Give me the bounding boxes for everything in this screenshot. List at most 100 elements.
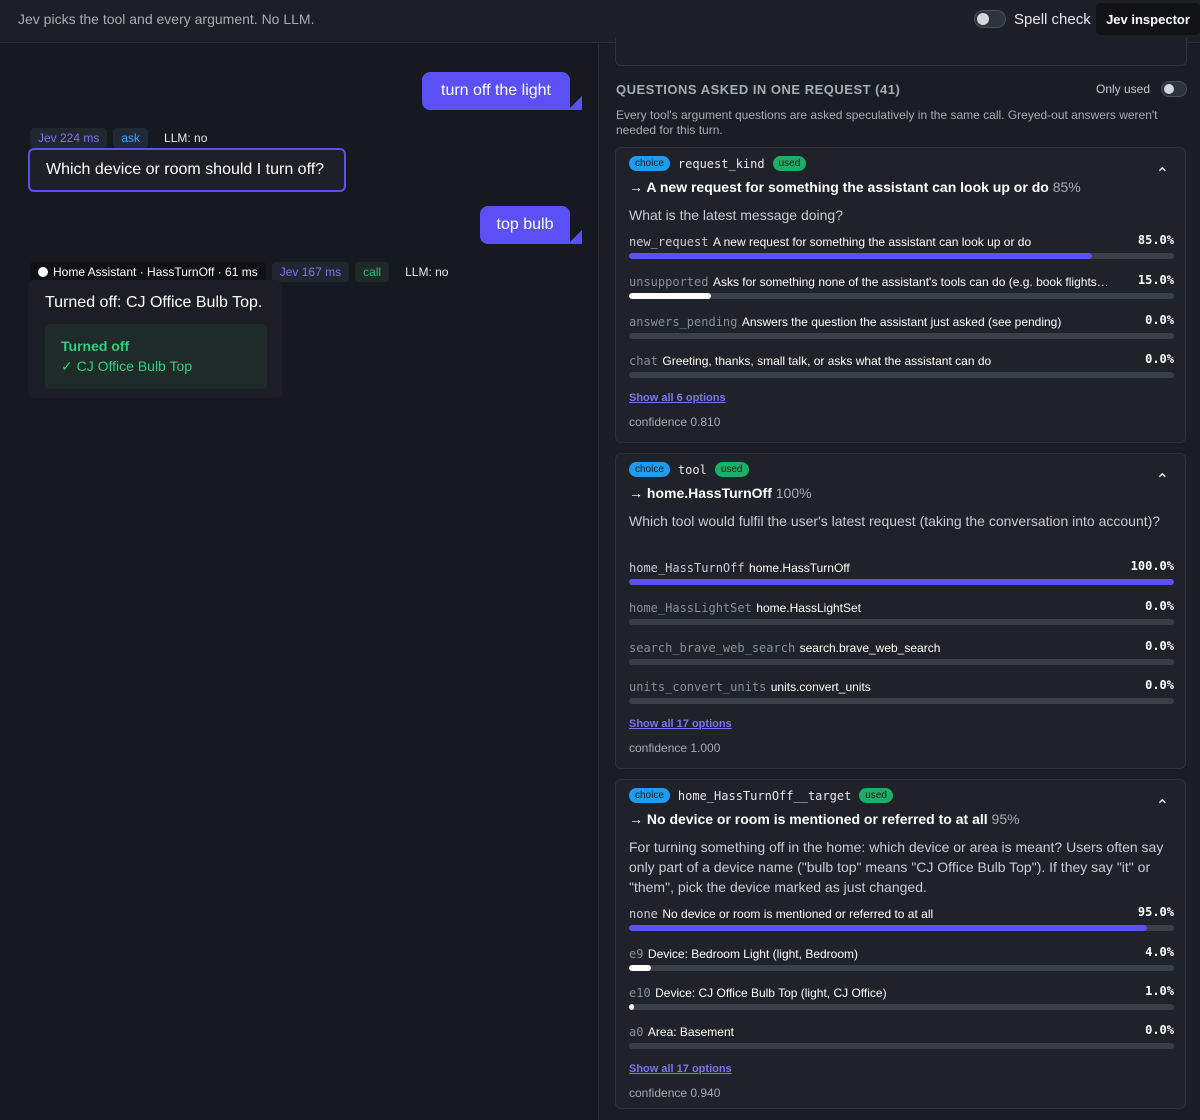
option-value: 0.0%	[1145, 352, 1174, 366]
option-row: unsupported Asks for something none of t…	[629, 273, 1174, 313]
user-message: turn off the light	[422, 72, 582, 110]
option-row: a0 Area: Basement 0.0%	[629, 1023, 1174, 1063]
used-badge: used	[772, 156, 807, 171]
option-desc: Device: CJ Office Bulb Top (light, CJ Of…	[655, 986, 887, 1000]
chat-pane: turn off the light Jev 224 ms ask LLM: n…	[0, 44, 598, 1120]
option-row: chat Greeting, thanks, small talk, or as…	[629, 352, 1174, 392]
chevron-up-icon[interactable]: ⌃	[1156, 796, 1169, 816]
answer-percent: 95%	[991, 811, 1020, 827]
probability-bar	[629, 965, 1174, 971]
inspector-panel: QUESTIONS ASKED IN ONE REQUEST (41) Only…	[598, 38, 1200, 1120]
llm-flag: LLM: no	[405, 265, 449, 279]
chevron-up-icon[interactable]: ⌃	[1156, 470, 1169, 490]
probability-fill	[629, 293, 711, 299]
message-meta: Jev 224 ms ask LLM: no	[30, 128, 207, 148]
only-used-toggle[interactable]	[1161, 81, 1187, 97]
confidence-value: confidence 0.810	[629, 415, 721, 429]
option-desc: search.brave_web_search	[799, 641, 941, 655]
option-value: 100.0%	[1130, 559, 1174, 573]
question-text: Which tool would fulfil the user's lates…	[629, 513, 1161, 529]
option-value: 0.0%	[1145, 678, 1174, 692]
probability-fill	[629, 925, 1147, 931]
probability-bar	[629, 925, 1174, 931]
spell-check-toggle[interactable]	[974, 10, 1006, 28]
answer-text: → No device or room is mentioned or refe…	[629, 811, 988, 827]
probability-fill	[629, 1004, 635, 1010]
assistant-reply: Turned off: CJ Office Bulb Top.	[45, 294, 263, 311]
probability-bar	[629, 333, 1174, 339]
used-badge: used	[714, 462, 749, 477]
option-desc: No device or room is mentioned or referr…	[662, 907, 934, 921]
option-value: 15.0%	[1137, 273, 1174, 287]
option-desc: home.HassLightSet	[756, 601, 862, 615]
option-value: 0.0%	[1145, 599, 1174, 613]
option-desc: Asks for something none of the assistant…	[712, 275, 1109, 289]
question-answer: → A new request for something the assist…	[629, 179, 1081, 195]
probability-bar	[629, 659, 1174, 665]
question-header: choice request_kind used	[629, 156, 807, 171]
option-code: unsupported	[629, 275, 709, 289]
toggle-knob	[977, 13, 989, 25]
option-row: e9 Device: Bedroom Light (light, Bedroom…	[629, 945, 1174, 985]
previous-card-edge	[615, 38, 1187, 66]
home-assistant-tag: Home Assistant · HassTurnOff · 61 ms	[30, 262, 266, 282]
answer-percent: 100%	[775, 485, 812, 501]
option-code: new_request	[629, 235, 709, 249]
probability-bar	[629, 372, 1174, 378]
user-message: top bulb	[480, 206, 582, 244]
option-code: search_brave_web_search	[629, 641, 796, 655]
option-desc: home.HassTurnOff	[749, 561, 850, 575]
option-row: search_brave_web_search search.brave_web…	[629, 639, 1174, 679]
kind-tag: call	[355, 262, 390, 282]
probability-bar	[629, 253, 1174, 259]
option-row: answers_pending Answers the question the…	[629, 313, 1174, 353]
question-name: tool	[677, 462, 707, 477]
question-card: choice request_kind used ⌃ → A new reque…	[615, 147, 1186, 443]
option-code: home_HassLightSet	[629, 601, 752, 615]
question-answer: → home.HassTurnOff 100%	[629, 485, 812, 501]
action-result: Turned off ✓ CJ Office Bulb Top	[45, 324, 267, 389]
probability-bar	[629, 579, 1174, 585]
option-value: 0.0%	[1145, 1023, 1174, 1037]
question-text: For turning something off in the home: w…	[629, 839, 1164, 895]
jev-inspector-button[interactable]: Jev inspector	[1096, 3, 1200, 35]
option-row: home_HassTurnOff home.HassTurnOff 100.0%	[629, 559, 1174, 599]
question-name: request_kind	[677, 156, 765, 171]
show-all-options-link[interactable]: Show all 6 options	[629, 392, 726, 404]
status-dot-icon	[38, 267, 48, 277]
answer-text: → home.HassTurnOff	[629, 485, 772, 501]
option-row: units_convert_units units.convert_units …	[629, 678, 1174, 718]
confidence-value: confidence 1.000	[629, 741, 721, 755]
probability-fill	[629, 253, 1093, 259]
option-value: 1.0%	[1145, 984, 1174, 998]
option-desc: Device: Bedroom Light (light, Bedroom)	[647, 947, 858, 961]
choice-badge: choice	[629, 156, 670, 171]
question-name: home_HassTurnOff__target	[677, 788, 852, 803]
choice-badge: choice	[629, 462, 670, 477]
option-code: e9	[629, 947, 644, 961]
option-code: chat	[629, 354, 658, 368]
option-value: 0.0%	[1145, 313, 1174, 327]
probability-bar	[629, 293, 1174, 299]
result-item: ✓ CJ Office Bulb Top	[61, 358, 193, 374]
inspector-title: QUESTIONS ASKED IN ONE REQUEST (41)	[616, 82, 901, 97]
option-desc: A new request for something the assistan…	[712, 235, 1032, 249]
assistant-question: Which device or room should I turn off?	[28, 148, 346, 192]
option-desc: units.convert_units	[770, 680, 871, 694]
chevron-up-icon[interactable]: ⌃	[1156, 164, 1169, 184]
option-row: new_request A new request for something …	[629, 233, 1174, 273]
question-card: choice home_HassTurnOff__target used ⌃ →…	[615, 779, 1186, 1109]
toggle-knob	[1164, 84, 1174, 94]
option-row: e10 Device: CJ Office Bulb Top (light, C…	[629, 984, 1174, 1024]
option-desc: Area: Basement	[647, 1025, 734, 1039]
jev-latency-tag: Jev 167 ms	[271, 262, 350, 282]
probability-fill	[629, 965, 651, 971]
question-answer: → No device or room is mentioned or refe…	[629, 811, 1020, 827]
mode-subtitle: Jev picks the tool and every argument. N…	[18, 11, 315, 27]
show-all-options-link[interactable]: Show all 17 options	[629, 1063, 732, 1075]
show-all-options-link[interactable]: Show all 17 options	[629, 718, 732, 730]
option-value: 95.0%	[1137, 905, 1174, 919]
top-bar: Jev picks the tool and every argument. N…	[0, 0, 1200, 43]
probability-bar	[629, 1004, 1174, 1010]
inspector-description: Every tool's argument questions are aske…	[616, 108, 1158, 137]
